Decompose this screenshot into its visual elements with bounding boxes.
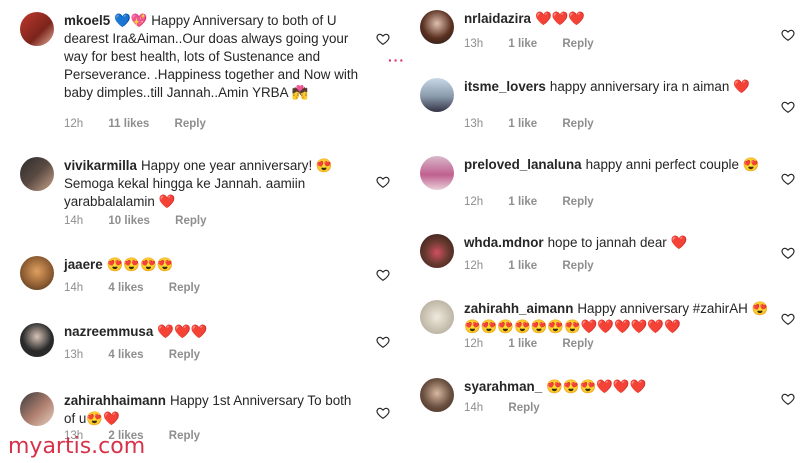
comment-username[interactable]: itsme_lovers bbox=[464, 79, 546, 94]
like-heart-icon[interactable] bbox=[376, 175, 390, 189]
left-comment-column: mkoel5 💙💖 Happy Anniversary to both of U … bbox=[0, 0, 400, 463]
avatar[interactable] bbox=[20, 323, 54, 357]
comment-likes[interactable]: 1 like bbox=[508, 118, 537, 130]
comment-username[interactable]: preloved_lanaluna bbox=[464, 157, 582, 172]
comment-time: 14h bbox=[64, 215, 84, 227]
comment-meta: 12h 1 like Reply bbox=[464, 196, 616, 208]
reply-button[interactable]: Reply bbox=[562, 338, 593, 350]
comment-text: 😍😍😍😍 bbox=[106, 257, 174, 272]
avatar[interactable] bbox=[20, 256, 54, 290]
comment-text: ❤️❤️❤️ bbox=[157, 324, 208, 339]
comment-time: 13h bbox=[464, 38, 484, 50]
avatar[interactable] bbox=[420, 378, 454, 412]
reply-button[interactable]: Reply bbox=[175, 118, 206, 130]
comment-text: happy anniversary ira n aiman ❤️ bbox=[549, 79, 750, 94]
comment-item: nazreemmusa ❤️❤️❤️ 13h 4 likes Reply bbox=[20, 323, 390, 368]
comment-item: preloved_lanaluna happy anni perfect coup… bbox=[420, 156, 795, 211]
comment-time: 12h bbox=[64, 118, 84, 130]
like-heart-icon[interactable] bbox=[376, 406, 390, 420]
comment-username[interactable]: jaaere bbox=[64, 257, 103, 272]
comment-time: 14h bbox=[464, 402, 484, 414]
comment-meta: 12h 1 like Reply bbox=[464, 338, 616, 350]
like-heart-icon[interactable] bbox=[376, 32, 390, 46]
comment-likes[interactable]: 1 like bbox=[508, 260, 537, 272]
avatar[interactable] bbox=[420, 300, 454, 334]
avatar[interactable] bbox=[420, 156, 454, 190]
comment-username[interactable]: vivikarmilla bbox=[64, 158, 137, 173]
comment-time: 14h bbox=[64, 282, 84, 294]
avatar[interactable] bbox=[20, 392, 54, 426]
reply-button[interactable]: Reply bbox=[175, 215, 206, 227]
comment-item: mkoel5 💙💖 Happy Anniversary to both of U … bbox=[20, 12, 390, 132]
right-comment-column: nrlaidazira ❤️❤️❤️ 13h 1 like Reply itsme… bbox=[400, 0, 800, 463]
comment-likes[interactable]: 1 like bbox=[508, 38, 537, 50]
comment-meta: 12h 11 likes Reply bbox=[64, 118, 228, 130]
comment-meta: 13h 1 like Reply bbox=[464, 38, 616, 50]
comment-meta: 14h 4 likes Reply bbox=[64, 282, 222, 294]
comment-username[interactable]: nrlaidazira bbox=[464, 11, 531, 26]
comment-item: itsme_lovers happy anniversary ira n aima… bbox=[420, 78, 795, 133]
comment-time: 13h bbox=[464, 118, 484, 130]
comment-time: 12h bbox=[464, 260, 484, 272]
comment-likes[interactable]: 4 likes bbox=[108, 349, 143, 361]
comment-time: 12h bbox=[464, 338, 484, 350]
comment-username[interactable]: whda.mdnor bbox=[464, 235, 544, 250]
watermark-logo: myartis.com bbox=[8, 434, 146, 459]
comment-meta: 13h 4 likes Reply bbox=[64, 349, 222, 361]
comment-item: syarahman_ 😍😍😍❤️❤️❤️ 14h Reply bbox=[420, 378, 795, 423]
comment-username[interactable]: mkoel5 bbox=[64, 13, 110, 28]
comment-likes[interactable]: 4 likes bbox=[108, 282, 143, 294]
comment-meta: 13h 1 like Reply bbox=[464, 118, 616, 130]
comment-text: happy anni perfect couple 😍 bbox=[585, 157, 760, 172]
like-heart-icon[interactable] bbox=[781, 28, 795, 42]
comment-username[interactable]: syarahman_ bbox=[464, 379, 542, 394]
reply-button[interactable]: Reply bbox=[562, 196, 593, 208]
comment-time: 12h bbox=[464, 196, 484, 208]
reply-button[interactable]: Reply bbox=[508, 402, 539, 414]
like-heart-icon[interactable] bbox=[781, 100, 795, 114]
like-heart-icon[interactable] bbox=[376, 268, 390, 282]
avatar[interactable] bbox=[420, 78, 454, 112]
comment-likes[interactable]: 1 like bbox=[508, 338, 537, 350]
like-heart-icon[interactable] bbox=[781, 392, 795, 406]
comment-item: vivikarmilla Happy one year anniversary! … bbox=[20, 157, 390, 232]
reply-button[interactable]: Reply bbox=[562, 260, 593, 272]
comment-meta: 14h Reply bbox=[464, 402, 562, 414]
reply-button[interactable]: Reply bbox=[169, 430, 200, 442]
comment-username[interactable]: zahirahhaimann bbox=[64, 393, 166, 408]
comment-item: nrlaidazira ❤️❤️❤️ 13h 1 like Reply bbox=[420, 10, 795, 55]
reply-button[interactable]: Reply bbox=[169, 282, 200, 294]
like-heart-icon[interactable] bbox=[376, 335, 390, 349]
comment-meta: 12h 1 like Reply bbox=[464, 260, 616, 272]
comment-username[interactable]: zahirahh_aimann bbox=[464, 301, 573, 316]
comment-likes[interactable]: 11 likes bbox=[108, 118, 149, 130]
comment-username[interactable]: nazreemmusa bbox=[64, 324, 153, 339]
avatar[interactable] bbox=[420, 10, 454, 44]
comment-text: ❤️❤️❤️ bbox=[534, 11, 586, 26]
like-heart-icon[interactable] bbox=[781, 172, 795, 186]
comment-time: 13h bbox=[64, 349, 84, 361]
avatar[interactable] bbox=[20, 157, 54, 191]
reply-button[interactable]: Reply bbox=[562, 38, 593, 50]
reply-button[interactable]: Reply bbox=[562, 118, 593, 130]
avatar[interactable] bbox=[420, 234, 454, 268]
comment-text: 😍😍😍❤️❤️❤️ bbox=[546, 379, 647, 394]
comment-likes[interactable]: 10 likes bbox=[108, 215, 150, 227]
like-heart-icon[interactable] bbox=[781, 312, 795, 326]
avatar[interactable] bbox=[20, 12, 54, 46]
reply-button[interactable]: Reply bbox=[169, 349, 200, 361]
comment-text: hope to jannah dear ❤️ bbox=[547, 235, 688, 250]
comment-meta: 14h 10 likes Reply bbox=[64, 215, 229, 227]
like-heart-icon[interactable] bbox=[781, 246, 795, 260]
comment-item: zahirahh_aimann Happy anniversary #zahirA… bbox=[420, 300, 795, 360]
comment-item: jaaere 😍😍😍😍 14h 4 likes Reply bbox=[20, 256, 390, 301]
comment-likes[interactable]: 1 like bbox=[508, 196, 537, 208]
comment-item: whda.mdnor hope to jannah dear ❤️ 12h 1 l… bbox=[420, 234, 795, 279]
